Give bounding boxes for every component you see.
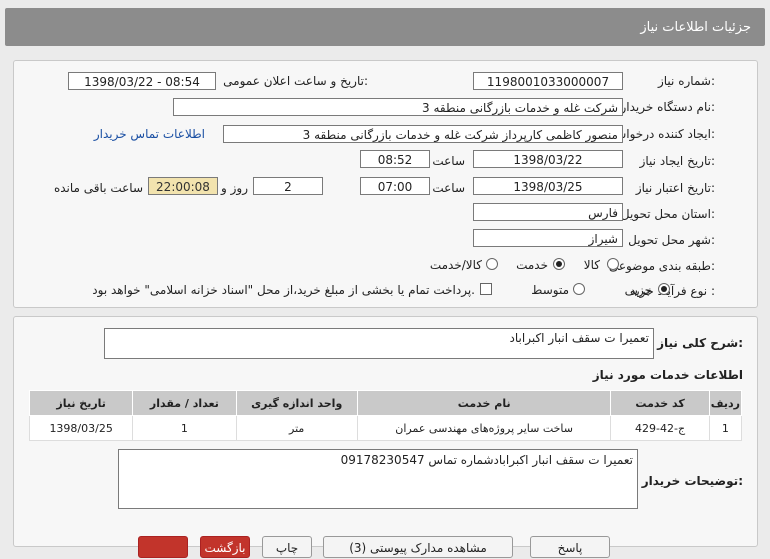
back-button[interactable]: بازگشت bbox=[200, 536, 250, 558]
remaining-time-field: 22:00:08 bbox=[148, 177, 218, 195]
action-button-red[interactable] bbox=[138, 536, 188, 558]
cell-unit: متر bbox=[235, 415, 358, 441]
process-option-medium: متوسط bbox=[531, 283, 569, 297]
buyer-notes-label: توضیحات خریدار: bbox=[641, 474, 743, 488]
validity-date-label: تاریخ اعتبار نیاز: bbox=[635, 181, 715, 195]
remaining-label: ساعت باقی مانده bbox=[53, 181, 143, 195]
city-label: شهر محل تحویل: bbox=[628, 233, 715, 247]
requester-field: منصور کاظمی کارپرداز شرکت غله و خدمات با… bbox=[223, 125, 623, 143]
buyer-org-label: نام دستگاه خریدار: bbox=[620, 100, 716, 114]
category-option-goods: کالا bbox=[583, 258, 600, 272]
col-row: ردیف bbox=[708, 390, 743, 416]
created-time-label: ساعت bbox=[432, 154, 465, 168]
col-service-code: کد خدمت bbox=[610, 390, 710, 416]
announce-field: 1398/03/22 - 08:54 bbox=[68, 72, 216, 90]
category-radio-goods[interactable] bbox=[607, 258, 619, 270]
category-option-goods-service: کالا/خدمت bbox=[429, 258, 482, 272]
process-radio-minor[interactable] bbox=[658, 283, 670, 295]
days-label: روز و bbox=[221, 181, 248, 195]
cell-quantity: 1 bbox=[132, 415, 237, 441]
validity-date-field: 1398/03/25 bbox=[473, 177, 623, 195]
summary-field: تعمیرا ت سقف انبار اکبراباد bbox=[104, 328, 654, 359]
services-header-row: ردیف کد خدمت نام خدمت واحد اندازه گیری ت… bbox=[28, 390, 743, 416]
category-label: طبقه بندی موضوعی: bbox=[608, 259, 715, 273]
need-number-label: شماره نیاز: bbox=[657, 74, 715, 88]
col-quantity: تعداد / مقدار bbox=[132, 390, 237, 416]
process-option-minor: جزیی bbox=[624, 283, 652, 297]
treasury-payment-note: پرداخت تمام یا بخشی از مبلغ خرید،از محل … bbox=[92, 283, 475, 297]
page-header: جزئیات اطلاعات نیاز bbox=[5, 8, 765, 46]
buyer-notes-field: تعمیرا ت سقف انبار اکبرابادشماره تماس 09… bbox=[118, 449, 638, 509]
need-number-field: 1198001033000007 bbox=[473, 72, 623, 90]
city-field: شیراز bbox=[473, 229, 623, 247]
process-radio-medium[interactable] bbox=[573, 283, 585, 295]
cell-service-code: ج-42-429 bbox=[610, 415, 710, 441]
cell-service-name: ساخت سایر پروژه‌های مهندسی عمران bbox=[356, 415, 612, 441]
buyer-contact-link[interactable]: اطلاعات تماس خریدار bbox=[94, 127, 205, 141]
validity-time-label: ساعت bbox=[432, 181, 465, 195]
province-field: فارس bbox=[473, 203, 623, 221]
category-radio-service[interactable] bbox=[553, 258, 565, 270]
summary-label: شرح کلی نیاز: bbox=[657, 336, 743, 350]
created-time-field: 08:52 bbox=[360, 150, 430, 168]
buyer-org-field: شرکت غله و خدمات بازرگانی منطقه 3 bbox=[173, 98, 623, 116]
print-button[interactable]: چاپ bbox=[262, 536, 312, 558]
category-radio-goods-service[interactable] bbox=[486, 258, 498, 270]
category-option-service: خدمت bbox=[516, 258, 548, 272]
view-attachments-button[interactable]: مشاهده مدارک پیوستی (3) bbox=[323, 536, 513, 558]
cell-row: 1 bbox=[708, 415, 743, 441]
col-service-name: نام خدمت bbox=[356, 390, 612, 416]
created-date-field: 1398/03/22 bbox=[473, 150, 623, 168]
announce-label: تاریخ و ساعت اعلان عمومی: bbox=[223, 74, 368, 88]
cell-need-date: 1398/03/25 bbox=[28, 415, 134, 441]
page-title: جزئیات اطلاعات نیاز bbox=[640, 20, 751, 35]
created-date-label: تاریخ ایجاد نیاز: bbox=[639, 154, 715, 168]
reply-button[interactable]: پاسخ bbox=[530, 536, 610, 558]
table-row: 1 ج-42-429 ساخت سایر پروژه‌های مهندسی عم… bbox=[28, 415, 743, 441]
services-table: ردیف کد خدمت نام خدمت واحد اندازه گیری ت… bbox=[28, 390, 743, 441]
col-unit: واحد اندازه گیری bbox=[235, 390, 358, 416]
province-label: استان محل تحویل: bbox=[620, 207, 715, 221]
treasury-payment-checkbox[interactable] bbox=[480, 283, 492, 295]
col-need-date: تاریخ نیاز bbox=[28, 390, 134, 416]
validity-time-field: 07:00 bbox=[360, 177, 430, 195]
days-field: 2 bbox=[253, 177, 323, 195]
services-title: اطلاعات خدمات مورد نیاز bbox=[592, 368, 743, 382]
